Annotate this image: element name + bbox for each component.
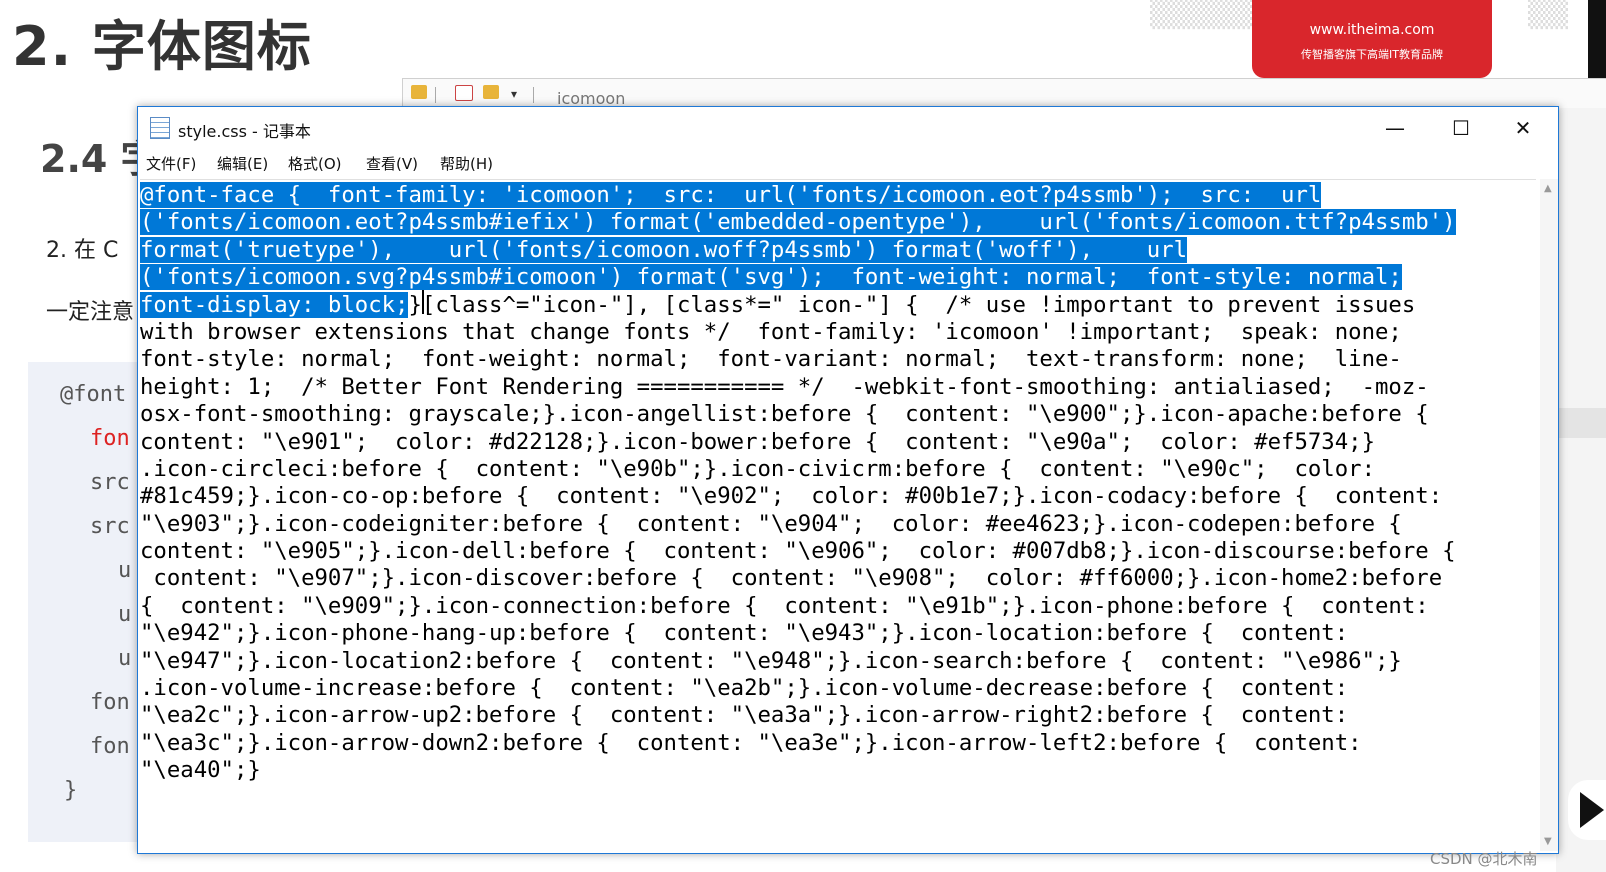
menu-file[interactable]: 文件(F) bbox=[146, 153, 196, 174]
scroll-up-icon[interactable]: ▲ bbox=[1544, 183, 1552, 194]
text-cursor bbox=[422, 290, 424, 314]
menu-bar: 文件(F) 编辑(E) 格式(O) 查看(V) 帮助(H) bbox=[138, 149, 1558, 177]
unselected-text[interactable]: "\e942";}.icon-phone-hang-up:before { co… bbox=[140, 620, 1348, 646]
slide-code-line: fon bbox=[90, 426, 130, 451]
code-line[interactable]: ('fonts/icomoon.eot?p4ssmb#iefix') forma… bbox=[140, 209, 1456, 236]
code-line[interactable]: content: "\e905";}.icon-dell:before { co… bbox=[140, 538, 1456, 565]
code-line[interactable]: @font-face { font-family: 'icomoon'; src… bbox=[140, 182, 1456, 209]
explorer-selected-row[interactable] bbox=[1556, 408, 1606, 438]
unselected-text[interactable]: "\ea3c";}.icon-arrow-down2:before { cont… bbox=[140, 730, 1362, 756]
code-line[interactable]: ('fonts/icomoon.svg?p4ssmb#icomoon') for… bbox=[140, 264, 1456, 291]
code-line[interactable]: "\e942";}.icon-phone-hang-up:before { co… bbox=[140, 620, 1456, 647]
explorer-side-panel bbox=[1556, 108, 1606, 872]
toolbar-divider bbox=[533, 87, 534, 103]
code-line[interactable]: format('truetype'), url('fonts/icomoon.w… bbox=[140, 236, 1456, 264]
folder-icon[interactable] bbox=[411, 85, 427, 99]
logo-url: www.itheima.com bbox=[1309, 22, 1435, 38]
code-line[interactable]: .icon-circleci:before { content: "\e90b"… bbox=[140, 456, 1456, 483]
right-edge-bar bbox=[1588, 0, 1606, 80]
slide-note-text: 一定注意 bbox=[46, 300, 135, 325]
code-line[interactable]: "\ea40";} bbox=[140, 757, 1456, 784]
code-line[interactable]: content: "\e901"; color: #d22128;}.icon-… bbox=[140, 429, 1456, 456]
blurred-banner-text-right: ▒▒ bbox=[1528, 0, 1568, 30]
menu-help[interactable]: 帮助(H) bbox=[440, 153, 493, 174]
unselected-text[interactable]: height: 1; /* Better Font Rendering ====… bbox=[140, 374, 1429, 400]
selected-text[interactable]: ('fonts/icomoon.svg?p4ssmb#icomoon') for… bbox=[140, 264, 1402, 291]
unselected-text[interactable]: with browser extensions that change font… bbox=[140, 319, 1402, 345]
unselected-text[interactable]: "\ea2c";}.icon-arrow-up2:before { conten… bbox=[140, 702, 1348, 728]
unselected-text[interactable]: content: "\e905";}.icon-dell:before { co… bbox=[140, 538, 1456, 564]
code-line[interactable]: .icon-volume-increase:before { content: … bbox=[140, 675, 1456, 702]
scroll-down-icon[interactable]: ▼ bbox=[1544, 836, 1552, 847]
code-line[interactable]: height: 1; /* Better Font Rendering ====… bbox=[140, 374, 1456, 401]
selected-text[interactable]: ('fonts/icomoon.eot?p4ssmb#iefix') forma… bbox=[140, 209, 1456, 236]
slide-code-line: fon bbox=[90, 734, 130, 759]
title-bar[interactable]: style.css - 记事本 — ☐ ✕ bbox=[138, 107, 1558, 149]
code-line[interactable]: font-display: block;}[class^="icon-"], [… bbox=[140, 291, 1456, 319]
unselected-text[interactable]: "\ea40";} bbox=[140, 757, 261, 783]
toolbar-divider bbox=[435, 87, 436, 103]
selected-text[interactable]: font-display: block; bbox=[140, 291, 409, 318]
menu-edit[interactable]: 编辑(E) bbox=[217, 153, 268, 174]
slide-code-line: fon bbox=[90, 690, 130, 715]
slide-code-line: src bbox=[90, 470, 130, 495]
slide-code-line: u bbox=[118, 646, 132, 671]
code-line[interactable]: osx-font-smoothing: grayscale;}.icon-ang… bbox=[140, 401, 1456, 428]
code-line[interactable]: "\ea3c";}.icon-arrow-down2:before { cont… bbox=[140, 730, 1456, 757]
code-line[interactable]: content: "\e907";}.icon-discover:before … bbox=[140, 565, 1456, 592]
code-line[interactable]: font-style: normal; font-weight: normal;… bbox=[140, 346, 1456, 373]
slide-code-line: @font bbox=[60, 382, 127, 407]
window-title: style.css - 记事本 bbox=[178, 122, 311, 141]
notepad-icon bbox=[150, 117, 170, 139]
code-text[interactable]: @font-face { font-family: 'icomoon'; src… bbox=[140, 182, 1456, 785]
code-line[interactable]: "\e947";}.icon-location2:before { conten… bbox=[140, 648, 1456, 675]
selected-text[interactable]: @font-face { font-family: 'icomoon'; src… bbox=[140, 182, 1322, 208]
text-editor-area[interactable]: @font-face { font-family: 'icomoon'; src… bbox=[140, 179, 1536, 852]
slide-code-line: } bbox=[64, 778, 78, 803]
unselected-text[interactable]: "\e947";}.icon-location2:before { conten… bbox=[140, 648, 1402, 674]
unselected-text[interactable]: .icon-volume-increase:before { content: … bbox=[140, 675, 1348, 701]
code-line[interactable]: "\e903";}.icon-codeigniter:before { cont… bbox=[140, 511, 1456, 538]
menu-format[interactable]: 格式(O) bbox=[288, 153, 342, 174]
code-line[interactable]: with browser extensions that change font… bbox=[140, 319, 1456, 346]
watermark: CSDN @北木南 bbox=[1430, 850, 1538, 868]
selected-text[interactable]: format('truetype'), url('fonts/icomoon.w… bbox=[140, 236, 1188, 263]
menu-view[interactable]: 查看(V) bbox=[366, 153, 418, 174]
logo-slogan: 传智播客旗下高端IT教育品牌 bbox=[1301, 48, 1443, 61]
slide-code-line: u bbox=[118, 558, 132, 583]
code-line[interactable]: { content: "\e909";}.icon-connection:bef… bbox=[140, 593, 1456, 620]
unselected-text[interactable]: { content: "\e909";}.icon-connection:bef… bbox=[140, 593, 1429, 619]
unselected-text[interactable]: .icon-circleci:before { content: "\e90b"… bbox=[140, 456, 1375, 482]
slide-code-line: src bbox=[90, 514, 130, 539]
chevron-down-icon[interactable]: ▾ bbox=[511, 87, 517, 101]
close-button[interactable]: ✕ bbox=[1492, 107, 1554, 149]
vertical-scrollbar[interactable]: ▲ ▼ bbox=[1540, 179, 1558, 851]
unselected-text[interactable]: font-style: normal; font-weight: normal;… bbox=[140, 346, 1402, 372]
unselected-text[interactable]: osx-font-smoothing: grayscale;}.icon-ang… bbox=[140, 401, 1429, 427]
code-line[interactable]: #81c459;}.icon-co-op:before { content: "… bbox=[140, 483, 1456, 510]
slide-step-text: 2. 在 C bbox=[46, 238, 119, 263]
maximize-button[interactable]: ☐ bbox=[1430, 107, 1492, 149]
play-icon bbox=[1580, 792, 1604, 828]
play-button[interactable] bbox=[1568, 780, 1606, 840]
slide-code-line: u bbox=[118, 602, 132, 627]
unselected-text[interactable]: content: "\e901"; color: #d22128;}.icon-… bbox=[140, 429, 1375, 455]
properties-icon[interactable] bbox=[455, 85, 473, 101]
explorer-window-toolbar: ▾ icomoon bbox=[402, 78, 1606, 109]
unselected-text[interactable]: #81c459;}.icon-co-op:before { content: "… bbox=[140, 483, 1442, 509]
unselected-text[interactable]: "\e903";}.icon-codeigniter:before { cont… bbox=[140, 511, 1402, 537]
unselected-text[interactable]: }[class^="icon-"], [class*=" icon-"] { /… bbox=[408, 292, 1415, 318]
unselected-text[interactable]: content: "\e907";}.icon-discover:before … bbox=[140, 565, 1442, 591]
new-folder-icon[interactable] bbox=[483, 85, 499, 99]
notepad-window: style.css - 记事本 — ☐ ✕ 文件(F) 编辑(E) 格式(O) … bbox=[137, 106, 1559, 854]
code-line[interactable]: "\ea2c";}.icon-arrow-up2:before { conten… bbox=[140, 702, 1456, 729]
slide-title: 2. 字体图标 bbox=[12, 15, 312, 78]
brand-logo: www.itheima.com 传智播客旗下高端IT教育品牌 bbox=[1252, 0, 1492, 78]
minimize-button[interactable]: — bbox=[1364, 107, 1426, 149]
